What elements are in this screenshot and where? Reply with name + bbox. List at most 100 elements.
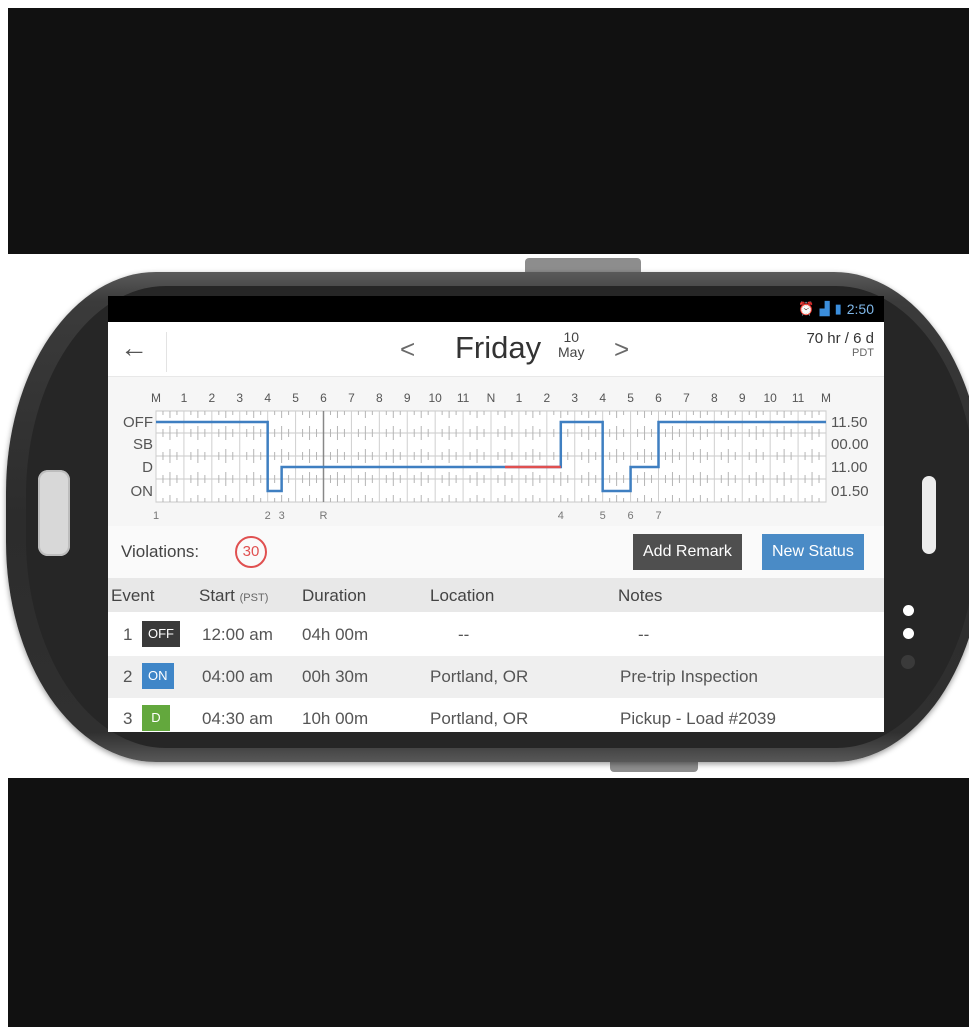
table-row[interactable]: 3 D 04:30 am 10h 00m Portland, OR Pickup - Lo… <box>108 698 884 732</box>
status-total: 11.50 <box>831 414 867 431</box>
cycle-summary[interactable]: 70 hr / 6 d PDT <box>806 330 874 359</box>
header-location: Location <box>430 586 495 605</box>
hour-label: 1 <box>181 391 188 405</box>
hour-label: 4 <box>599 391 606 405</box>
log-graph[interactable]: M 1 2 3 4 5 6 7 8 9 10 11 N 1 2 3 4 5 6 7 8 9 10 11 M OFF SB D ON 11.… <box>108 376 884 528</box>
status-bar: ⏰ ▟ ▮ 2:50 <box>108 296 884 322</box>
start-time: 12:00 am <box>202 625 273 644</box>
side-key <box>922 476 936 554</box>
duration: 04h 00m <box>302 625 369 644</box>
header-event: Event <box>111 586 155 605</box>
status-label: SB <box>133 436 153 453</box>
cycle-hours: 70 hr / 6 d <box>806 330 874 347</box>
hour-label: 10 <box>428 391 442 405</box>
date-day: 10 <box>563 329 580 345</box>
event-marker: 3 <box>279 510 285 522</box>
hour-label: 9 <box>739 391 746 405</box>
event-marker: 1 <box>153 510 159 522</box>
next-day-button[interactable]: > <box>614 334 629 365</box>
date-label: 10 May <box>558 330 584 360</box>
table-row[interactable]: 1 OFF 12:00 am 04h 00m -- -- <box>108 614 884 656</box>
back-arrow-icon[interactable]: ← <box>120 332 167 372</box>
event-marker: 2 <box>265 510 271 522</box>
app-screen: ⏰ ▟ ▮ 2:50 ← < Friday 10 May > 70 hr / 6… <box>108 296 884 732</box>
hour-label: 7 <box>683 391 690 405</box>
day-navbar: ← < Friday 10 May > 70 hr / 6 d PDT <box>108 322 884 377</box>
add-remark-button[interactable]: Add Remark <box>633 534 742 570</box>
letterbox-bottom <box>8 778 969 1027</box>
hour-label: 11 <box>792 391 805 405</box>
header-duration: Duration <box>302 586 367 605</box>
table-row[interactable]: 2 ON 04:00 am 00h 30m Portland, OR Pre-trip I… <box>108 656 884 698</box>
violations-count-badge[interactable]: 30 <box>235 536 267 568</box>
event-marker: 5 <box>600 510 606 522</box>
hour-label: 5 <box>627 391 634 405</box>
event-number: 2 <box>123 667 133 686</box>
day-title: Friday <box>455 330 542 365</box>
hour-label: 6 <box>320 391 327 405</box>
violations-label: Violations: <box>121 542 200 561</box>
event-marker: 6 <box>628 510 634 522</box>
sensor-dot <box>903 628 914 639</box>
table-header: Event Start (PST) Duration Location Note… <box>108 578 884 612</box>
location: Portland, OR <box>430 709 529 728</box>
status-label: ON <box>131 483 154 500</box>
hour-label: 3 <box>236 391 243 405</box>
previous-day-button[interactable]: < <box>400 334 415 365</box>
date-month: May <box>558 344 585 360</box>
start-time: 04:30 am <box>202 709 273 728</box>
duration: 00h 30m <box>302 667 369 686</box>
hour-label: 8 <box>711 391 718 405</box>
home-key[interactable] <box>38 470 70 556</box>
hour-label: 4 <box>264 391 271 405</box>
violations-row: Violations: 30 Add Remark New Status <box>108 526 884 578</box>
hour-label: 1 <box>516 391 523 405</box>
status-badge: OFF <box>142 621 180 647</box>
hour-label: 3 <box>571 391 578 405</box>
notes: Pickup - Load #2039 <box>620 709 776 728</box>
status-label: D <box>142 459 153 476</box>
header-start: Start (PST) <box>199 586 268 606</box>
duration: 10h 00m <box>302 709 369 728</box>
hour-label: 11 <box>457 391 470 405</box>
hour-label: 10 <box>763 391 777 405</box>
header-start-tz: (PST) <box>239 592 269 604</box>
hour-label: 5 <box>292 391 299 405</box>
location: -- <box>458 625 470 644</box>
clock: 2:50 <box>846 301 874 317</box>
timezone: PDT <box>852 347 874 359</box>
status-total: 00.00 <box>831 436 869 453</box>
hour-label: 9 <box>404 391 411 405</box>
hour-label: 7 <box>348 391 355 405</box>
new-status-button[interactable]: New Status <box>762 534 864 570</box>
hour-label: 2 <box>543 391 550 405</box>
location: Portland, OR <box>430 667 529 686</box>
header-start-label: Start <box>199 586 235 605</box>
event-number: 1 <box>123 625 133 644</box>
status-icons: ⏰ ▟ ▮ 2:50 <box>798 301 874 317</box>
status-badge: ON <box>142 663 174 689</box>
hour-label: 8 <box>376 391 383 405</box>
start-time: 04:00 am <box>202 667 273 686</box>
sensor-dot <box>903 605 914 616</box>
hour-label: 6 <box>655 391 662 405</box>
hour-label: 2 <box>208 391 215 405</box>
status-badge: D <box>142 705 170 731</box>
notes: Pre-trip Inspection <box>620 667 758 686</box>
alarm-icon: ⏰ <box>798 301 815 316</box>
hour-label: M <box>151 391 161 405</box>
status-total: 11.00 <box>831 459 867 476</box>
camera-icon <box>901 655 915 669</box>
event-number: 3 <box>123 709 133 728</box>
event-marker: 4 <box>558 510 564 522</box>
signal-icon: ▟ <box>819 301 830 316</box>
letterbox-top <box>8 8 969 254</box>
hour-label: N <box>487 391 496 405</box>
status-total: 01.50 <box>831 483 869 500</box>
event-marker: R <box>320 510 328 522</box>
battery-icon: ▮ <box>834 301 842 316</box>
hour-label: M <box>821 391 831 405</box>
status-label: OFF <box>123 414 153 431</box>
notes: -- <box>638 625 650 644</box>
event-marker: 7 <box>655 510 661 522</box>
